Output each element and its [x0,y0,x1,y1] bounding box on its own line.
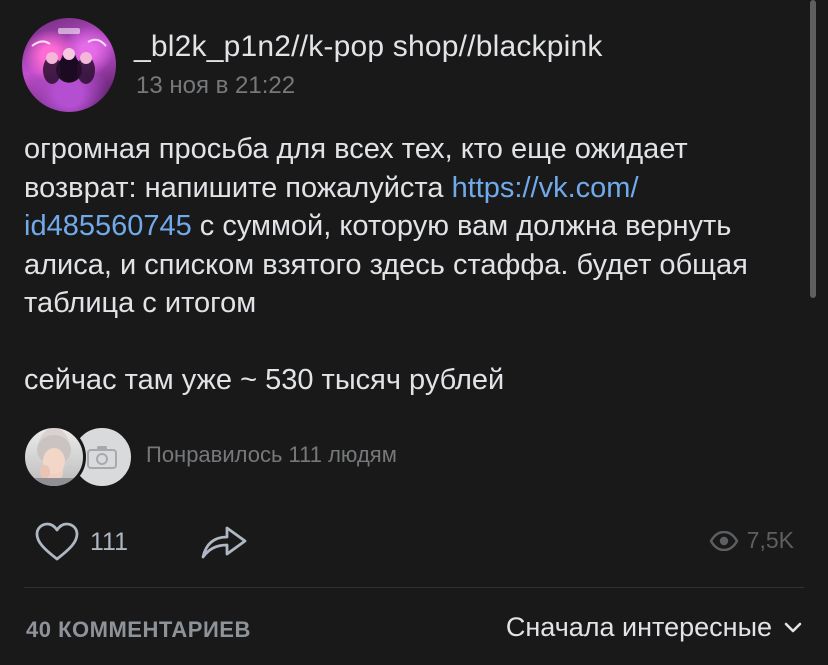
eye-icon [709,530,739,551]
comments-count: 40 КОММЕНТАРИЕВ [26,617,251,642]
post-text-line: сейчас там уже ~ 530 тысяч рублей [24,363,505,396]
avatar-art-icon [31,28,107,84]
person-photo-icon [33,435,75,486]
profile-link-id[interactable]: id485560745 [24,210,192,242]
views-counter: 7,5K [709,527,794,554]
post-text-line: возврат: напишите пожалуйста https://vk.… [24,169,814,208]
profile-link[interactable]: https://vk.com/ [452,172,639,204]
post-text-line: id485560745 с суммой, которую вам должна… [24,207,814,246]
like-button[interactable]: 111 [34,520,128,564]
author-name[interactable]: _bl2k_p1n2//k-pop shop//blackpink [134,30,603,64]
post-text-fragment: с суммой, которую вам должна вернуть [191,210,732,242]
share-arrow-icon [201,526,247,559]
chevron-down-icon [784,622,802,632]
post-text-fragment: возврат: напишите пожалуйста [24,171,452,204]
post-text: огромная просьба для всех тех, кто еще о… [24,130,814,399]
comments-sort-select[interactable]: Сначала интересные [506,612,802,643]
post-text-line: огромная просьба для всех тех, кто еще о… [24,133,688,165]
views-count: 7,5K [746,527,794,553]
camera-placeholder-icon [87,446,117,469]
like-count: 111 [90,527,129,556]
post-date[interactable]: 13 ноя в 21:22 [136,72,295,100]
likes-summary[interactable]: Понравилось 111 людям [146,442,397,468]
wall-post: _bl2k_p1n2//k-pop shop//blackpink 13 ноя… [0,0,828,665]
post-text-line: таблица с итогом [24,287,257,319]
divider [24,587,804,588]
post-text-line: алиса, и списком взятого здесь стаффа. б… [24,248,748,281]
sort-label: Сначала интересные [505,612,772,642]
author-avatar[interactable] [22,18,116,112]
liker-avatar-photo[interactable] [22,425,86,489]
heart-outline-icon [35,522,79,561]
share-button[interactable] [200,522,248,565]
